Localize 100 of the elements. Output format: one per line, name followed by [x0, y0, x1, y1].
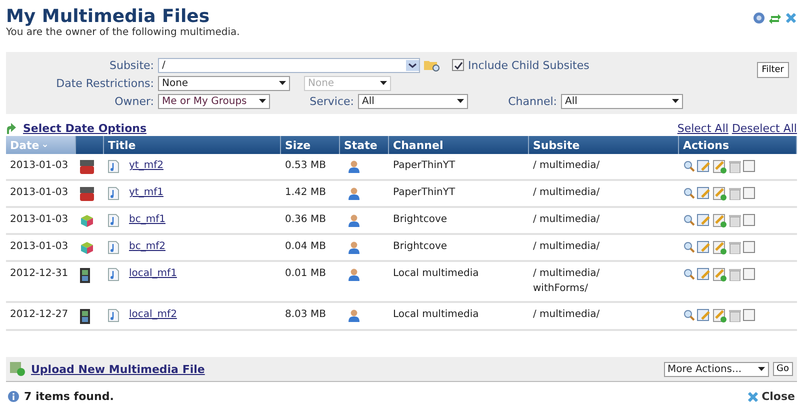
search-icon[interactable] — [683, 214, 695, 226]
page-title: My Multimedia Files — [6, 6, 211, 27]
table-cell: 2012-12-31 — [10, 268, 68, 280]
delete-icon[interactable] — [729, 309, 741, 322]
channel-dropdown[interactable]: All — [561, 94, 683, 108]
close-icon[interactable] — [746, 390, 759, 402]
delete-icon[interactable] — [729, 214, 741, 227]
delete-icon[interactable] — [729, 187, 741, 200]
table-cell: / multimedia/ — [533, 160, 600, 172]
search-icon[interactable] — [683, 241, 695, 253]
column-header[interactable]: Title — [104, 136, 281, 154]
search-icon[interactable] — [683, 160, 695, 172]
table-cell: / multimedia/ — [533, 187, 600, 199]
search-icon[interactable] — [683, 309, 695, 321]
audio-file-icon — [108, 241, 119, 254]
table-cell: 0.04 MB — [285, 241, 326, 253]
field-label: Channel: — [507, 94, 557, 108]
user-icon — [348, 214, 360, 227]
table-cell: 2013-01-03 — [10, 160, 68, 172]
column-header — [76, 136, 104, 154]
include-child-checkbox[interactable] — [452, 59, 464, 71]
page-subtitle: You are the owner of the following multimedia. — [6, 27, 240, 38]
table-cell: Local multimedia — [393, 309, 479, 321]
column-header[interactable]: Subsite — [529, 136, 679, 154]
subsite-combobox[interactable]: / — [158, 58, 420, 72]
edit-icon[interactable] — [713, 214, 727, 228]
table-cell: 0.53 MB — [285, 160, 326, 172]
close-icon[interactable] — [785, 12, 797, 24]
audio-file-icon — [108, 160, 119, 173]
file-title-link[interactable]: bc_mf1 — [129, 214, 166, 226]
column-header[interactable]: Size — [281, 136, 340, 154]
more-actions-dropdown[interactable]: More Actions... — [664, 362, 769, 376]
edit-icon[interactable] — [713, 160, 727, 174]
column-header[interactable]: State — [340, 136, 389, 154]
owner-dropdown[interactable]: Me or My Groups — [158, 94, 270, 108]
table-cell: Brightcove — [393, 241, 448, 253]
user-icon — [348, 187, 360, 200]
user-icon — [348, 241, 360, 254]
user-icon — [348, 268, 360, 281]
dropdown-arrow-icon[interactable] — [406, 60, 419, 70]
edit-icon[interactable] — [713, 309, 727, 323]
table-cell: Brightcove — [393, 214, 448, 226]
file-title-link[interactable]: local_mf1 — [129, 268, 177, 280]
edit-properties-icon[interactable] — [697, 187, 711, 200]
field-label: Subsite: — [108, 58, 154, 72]
row-checkbox[interactable] — [743, 268, 755, 280]
row-checkbox[interactable] — [743, 187, 755, 199]
close-button[interactable]: Close — [746, 390, 795, 403]
row-checkbox[interactable] — [743, 160, 755, 172]
search-icon[interactable] — [683, 187, 695, 199]
edit-properties-icon[interactable] — [697, 214, 711, 227]
edit-icon[interactable] — [713, 268, 727, 282]
table-cell: / multimedia/ — [533, 309, 600, 321]
table-cell: 2013-01-03 — [10, 187, 68, 199]
edit-properties-icon[interactable] — [697, 241, 711, 254]
audio-file-icon — [108, 309, 119, 322]
select-date-options-link[interactable]: Select Date Options — [23, 122, 147, 134]
column-header[interactable]: Actions — [679, 136, 797, 154]
table-cell: / multimedia/ — [533, 268, 600, 280]
file-title-link[interactable]: yt_mf2 — [129, 160, 164, 172]
table-cell: / multimedia/ — [533, 214, 600, 226]
table-cell: 0.01 MB — [285, 268, 326, 280]
edit-properties-icon[interactable] — [697, 309, 711, 322]
delete-icon[interactable] — [729, 241, 741, 254]
table-cell: PaperThinYT — [393, 187, 456, 199]
table-cell: 1.42 MB — [285, 187, 326, 199]
table-cell: / multimedia/ — [533, 241, 600, 253]
row-checkbox[interactable] — [743, 214, 755, 226]
service-dropdown[interactable]: All — [358, 94, 468, 108]
table-cell: 0.36 MB — [285, 214, 326, 226]
upload-link[interactable]: Upload New Multimedia File — [31, 362, 205, 376]
column-header[interactable]: Channel — [389, 136, 529, 154]
file-title-link[interactable]: bc_mf2 — [129, 241, 166, 253]
edit-icon[interactable] — [713, 241, 727, 255]
help-icon[interactable] — [753, 12, 765, 24]
edit-properties-icon[interactable] — [697, 268, 711, 281]
film-icon — [80, 309, 90, 324]
row-checkbox[interactable] — [743, 241, 755, 253]
edit-properties-icon[interactable] — [697, 160, 711, 173]
go-button[interactable]: Go — [772, 362, 793, 376]
edit-icon[interactable] — [713, 187, 727, 201]
info-icon — [8, 391, 19, 402]
delete-icon[interactable] — [729, 160, 741, 173]
file-title-link[interactable]: yt_mf1 — [129, 187, 164, 199]
refresh-icon[interactable] — [769, 12, 781, 24]
select-all-link[interactable]: Select All — [677, 122, 728, 134]
user-icon — [348, 309, 360, 322]
audio-file-icon — [108, 214, 119, 227]
table-cell: 8.03 MB — [285, 309, 326, 321]
film-icon — [80, 268, 90, 283]
date-dropdown[interactable]: None — [158, 76, 290, 90]
filter-button[interactable]: Filter — [756, 62, 789, 78]
file-title-link[interactable]: local_mf2 — [129, 309, 177, 321]
search-icon[interactable] — [683, 268, 695, 280]
table-cell: Local multimedia — [393, 268, 479, 280]
folder-search-icon[interactable] — [424, 58, 440, 72]
table-cell: 2013-01-03 — [10, 214, 68, 226]
deselect-all-link[interactable]: Deselect All — [732, 122, 797, 134]
delete-icon[interactable] — [729, 268, 741, 281]
row-checkbox[interactable] — [743, 309, 755, 321]
